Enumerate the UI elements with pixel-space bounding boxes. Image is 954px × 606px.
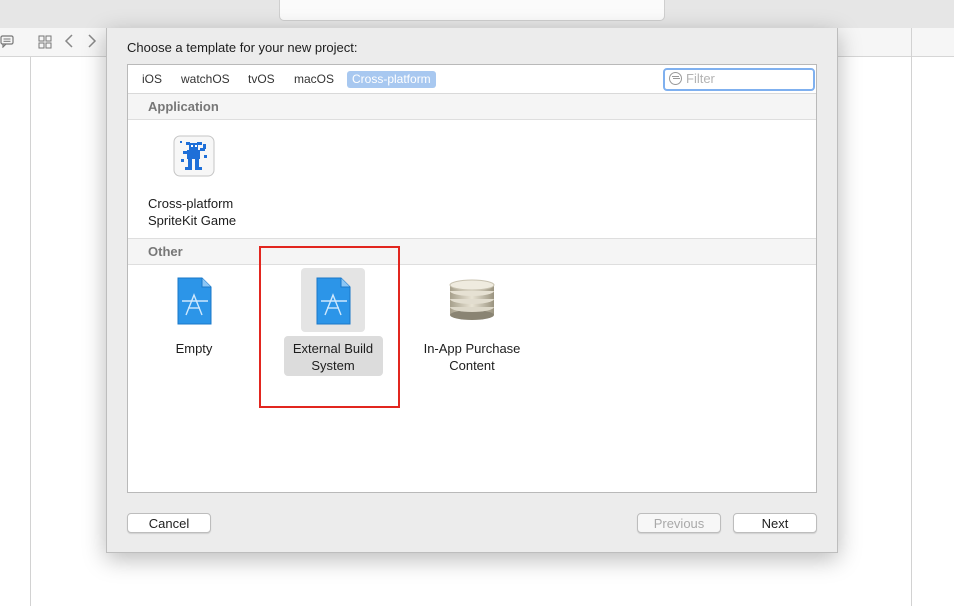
tab-cross-platform[interactable]: Cross-platform: [347, 71, 436, 88]
template-label: SpriteKit Game: [148, 213, 237, 228]
next-button[interactable]: Next: [733, 513, 817, 533]
comment-icon[interactable]: [0, 34, 14, 52]
inspector-pane: [912, 57, 954, 606]
template-label: Empty: [175, 341, 213, 356]
section-header-other: Other: [128, 238, 816, 265]
empty-project-icon: [174, 277, 214, 325]
grid-icon[interactable]: [38, 35, 52, 53]
template-label: Cross-platform: [148, 196, 234, 211]
coins-stack-icon: [447, 277, 497, 325]
highlight-annotation-box: [259, 246, 400, 408]
new-project-sheet: Choose a template for your new project: …: [106, 28, 838, 553]
tab-ios[interactable]: iOS: [137, 71, 167, 88]
cancel-button[interactable]: Cancel: [127, 513, 211, 533]
template-in-app-purchase-content[interactable]: In-App Purchase Content: [412, 277, 532, 374]
section-header-application: Application: [128, 94, 816, 120]
tab-watchos[interactable]: watchOS: [176, 71, 235, 88]
chevron-left-icon[interactable]: [64, 34, 74, 52]
tab-macos[interactable]: macOS: [289, 71, 339, 88]
activity-viewer: [279, 0, 665, 21]
sheet-title: Choose a template for your new project:: [127, 40, 358, 55]
platform-tabbar: iOS watchOS tvOS macOS Cross-platform Fi…: [128, 65, 816, 94]
navigator-pane: [0, 57, 31, 606]
template-label: Content: [449, 358, 495, 373]
template-empty[interactable]: Empty: [134, 277, 254, 357]
template-chooser: iOS watchOS tvOS macOS Cross-platform Fi…: [127, 64, 817, 493]
template-label: In-App Purchase: [423, 341, 521, 356]
filter-placeholder: Filter: [686, 71, 715, 86]
chevron-right-icon[interactable]: [87, 34, 97, 52]
filter-field[interactable]: Filter: [663, 68, 815, 91]
filter-icon: [669, 72, 682, 85]
template-spritekit-game[interactable]: Cross-platform SpriteKit Game: [134, 135, 254, 229]
tab-tvos[interactable]: tvOS: [243, 71, 280, 88]
spritekit-game-icon: [173, 135, 215, 177]
previous-button[interactable]: Previous: [637, 513, 721, 533]
